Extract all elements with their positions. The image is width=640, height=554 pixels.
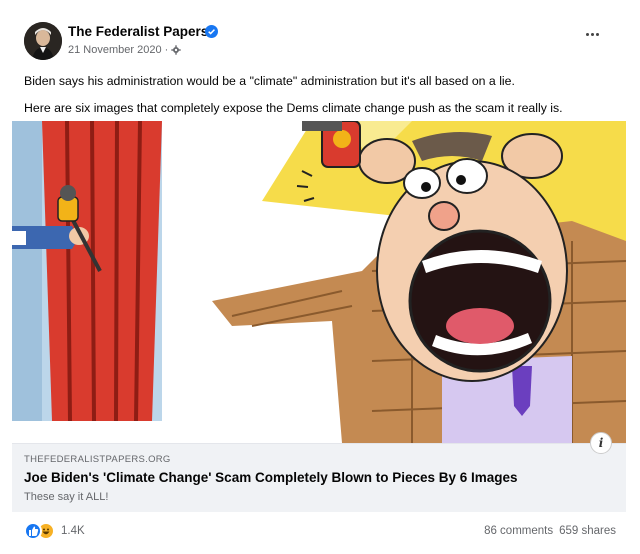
post-date[interactable]: 21 November 2020 bbox=[68, 44, 162, 56]
info-icon[interactable]: i bbox=[590, 432, 612, 454]
post-header: The Federalist Papers 21 November 2020 · bbox=[24, 20, 616, 64]
more-options-icon[interactable] bbox=[582, 26, 602, 42]
page-name-link[interactable]: The Federalist Papers bbox=[68, 24, 208, 39]
page-avatar[interactable] bbox=[24, 22, 62, 60]
post-text-line-1: Biden says his administration would be a… bbox=[24, 74, 515, 88]
avatar-portrait-icon bbox=[24, 22, 62, 60]
link-card[interactable]: THEFEDERALISTPAPERS.ORG Joe Biden's 'Cli… bbox=[12, 432, 626, 512]
reaction-summary[interactable]: 1.4K bbox=[24, 522, 85, 540]
engagement-stats: 86 comments 659 shares bbox=[484, 525, 616, 537]
comments-count-link[interactable]: 86 comments bbox=[484, 525, 553, 537]
reaction-count: 1.4K bbox=[61, 525, 85, 537]
post-text: Biden says his administration would be a… bbox=[24, 68, 624, 122]
link-title[interactable]: Joe Biden's 'Climate Change' Scam Comple… bbox=[24, 470, 518, 485]
link-subtitle: These say it ALL! bbox=[24, 491, 109, 503]
meta-separator: · bbox=[164, 44, 169, 56]
cartoon-illustration bbox=[12, 121, 626, 443]
link-domain: THEFEDERALISTPAPERS.ORG bbox=[24, 454, 171, 465]
shares-count-link[interactable]: 659 shares bbox=[559, 525, 616, 537]
post-text-line-2: Here are six images that completely expo… bbox=[24, 101, 563, 115]
post-footer: 1.4K 86 comments 659 shares bbox=[24, 522, 616, 544]
globe-gear-icon bbox=[171, 45, 181, 55]
like-reaction-icon bbox=[24, 522, 42, 540]
link-preview-image[interactable] bbox=[12, 121, 626, 443]
verified-badge-icon bbox=[205, 25, 218, 38]
post-meta: 21 November 2020 · bbox=[68, 44, 181, 56]
